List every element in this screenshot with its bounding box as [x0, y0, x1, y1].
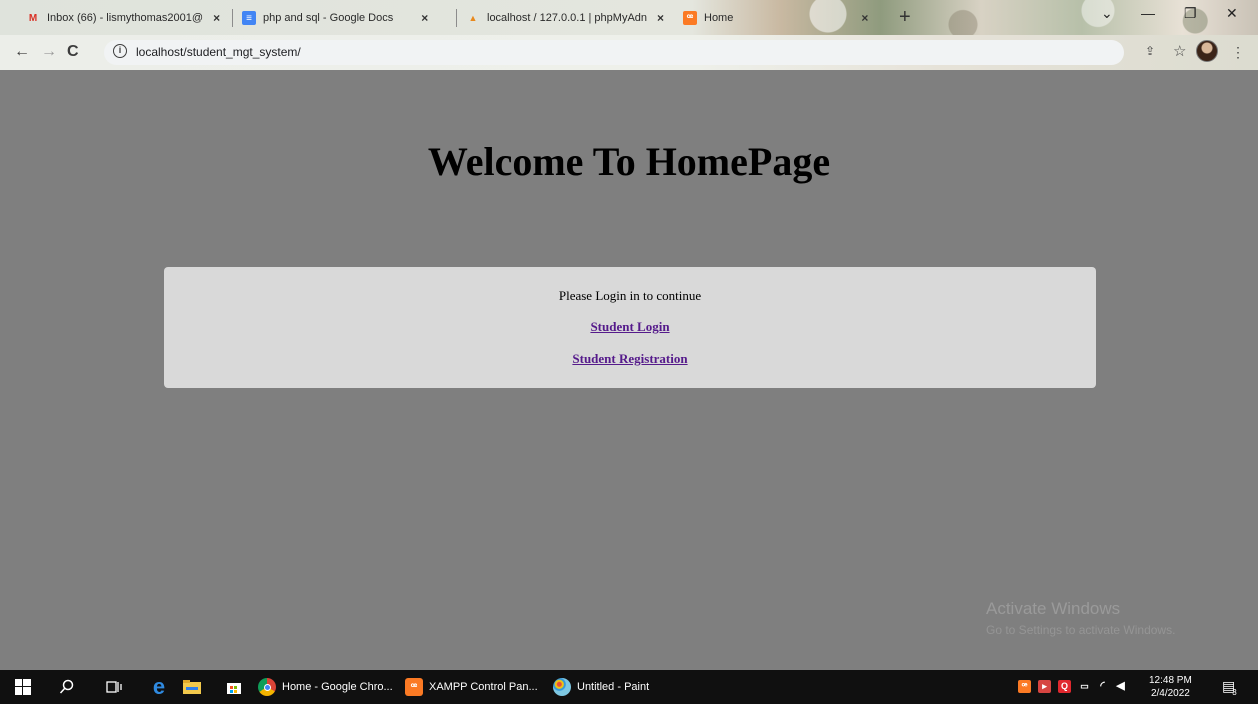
search-icon[interactable]: [57, 677, 77, 697]
taskbar-app-chrome[interactable]: Home - Google Chro...: [258, 674, 393, 700]
phpmyadmin-icon: ▲: [468, 13, 478, 23]
taskbar-app-xampp[interactable]: ꟹ XAMPP Control Pan...: [405, 674, 538, 700]
paint-icon: [553, 678, 571, 696]
back-icon[interactable]: ←: [14, 43, 30, 61]
site-info-icon[interactable]: i: [113, 44, 127, 58]
clock-date: 2/4/2022: [1150, 688, 1190, 699]
edge-icon[interactable]: e: [149, 674, 169, 699]
tab-label: Home: [704, 12, 734, 24]
taskbar-app-paint[interactable]: Untitled - Paint: [553, 674, 649, 700]
activate-windows-title: Activate Windows: [986, 599, 1121, 618]
close-icon[interactable]: ×: [657, 11, 664, 25]
address-bar[interactable]: i localhost/student_mgt_system/: [104, 40, 1124, 65]
url-text[interactable]: localhost/student_mgt_system/: [136, 45, 301, 59]
close-icon[interactable]: ×: [213, 11, 220, 25]
tab-phpmyadmin[interactable]: ▲ localhost / 127.0.0.1 | phpMyAdn ×: [466, 8, 665, 28]
notification-count: 3: [1232, 688, 1237, 697]
tab-label: localhost / 127.0.0.1 | phpMyAdn: [487, 12, 648, 24]
reload-icon[interactable]: C: [67, 43, 79, 61]
taskbar-app-label: XAMPP Control Pan...: [429, 681, 538, 693]
tab-label: php and sql - Google Docs: [263, 12, 394, 24]
tab-home[interactable]: ꟹ Home ×: [683, 8, 868, 28]
notification-icon[interactable]: ▤3: [1222, 678, 1240, 697]
menu-icon[interactable]: ⋮: [1231, 44, 1245, 61]
bookmark-star-icon[interactable]: ☆: [1173, 42, 1186, 60]
browser-tab-strip: M Inbox (66) - lismythomas2001@ × ≡ php …: [0, 0, 1258, 35]
browser-toolbar: ← → C i localhost/student_mgt_system/ ⇪ …: [0, 35, 1258, 70]
tab-label: Inbox (66) - lismythomas2001@: [47, 12, 204, 24]
taskbar-app-label: Untitled - Paint: [577, 681, 650, 693]
restore-icon[interactable]: ❐: [1184, 5, 1197, 22]
xampp-tray-icon[interactable]: ꟹ: [1018, 680, 1031, 693]
page-title: Welcome To HomePage: [427, 139, 831, 184]
battery-icon[interactable]: ▭: [1078, 680, 1091, 693]
taskbar-app-label: Home - Google Chro...: [282, 681, 393, 693]
profile-avatar[interactable]: [1196, 40, 1218, 62]
file-explorer-icon[interactable]: [182, 677, 202, 697]
login-prompt: Please Login in to continue: [558, 288, 702, 303]
tab-search-icon[interactable]: ⌄: [1101, 5, 1113, 22]
xampp-icon: ꟹ: [405, 678, 423, 696]
q-tray-icon[interactable]: Q: [1058, 680, 1071, 693]
gmail-icon: M: [28, 12, 38, 24]
new-tab-button[interactable]: +: [899, 6, 911, 29]
store-icon[interactable]: [224, 677, 244, 697]
page-content: Welcome To HomePage Please Login in to c…: [0, 70, 1258, 670]
task-view-icon[interactable]: [104, 677, 124, 697]
tab-google-docs[interactable]: ≡ php and sql - Google Docs ×: [242, 8, 428, 28]
volume-icon[interactable]: ◀: [1114, 680, 1127, 693]
system-clock[interactable]: 12:48 PM 2/4/2022: [1149, 674, 1192, 700]
student-registration-link[interactable]: Student Registration: [164, 351, 1096, 367]
tab-separator: [232, 9, 233, 27]
tab-gmail[interactable]: M Inbox (66) - lismythomas2001@ ×: [26, 8, 220, 28]
activate-windows-subtitle: Go to Settings to activate Windows.: [986, 623, 1176, 637]
windows-taskbar: e Home - Google Chro... ꟹ XAMPP Control …: [0, 670, 1258, 704]
close-window-icon[interactable]: ✕: [1226, 5, 1238, 22]
wifi-icon[interactable]: ◜: [1096, 680, 1109, 693]
login-panel: Please Login in to continue Student Logi…: [164, 267, 1096, 388]
minimize-icon[interactable]: —: [1141, 5, 1155, 21]
clock-time: 12:48 PM: [1149, 675, 1192, 686]
windows-start-icon[interactable]: [13, 677, 33, 697]
tray-app-icon[interactable]: ▸: [1038, 680, 1051, 693]
close-icon[interactable]: ×: [861, 11, 868, 25]
forward-icon[interactable]: →: [41, 43, 57, 61]
close-icon[interactable]: ×: [421, 11, 428, 25]
xampp-icon: ꟹ: [683, 11, 697, 25]
student-login-link[interactable]: Student Login: [164, 319, 1096, 335]
tab-separator: [456, 9, 457, 27]
docs-icon: ≡: [242, 11, 256, 25]
chrome-icon: [258, 678, 276, 696]
share-icon[interactable]: ⇪: [1145, 44, 1155, 58]
